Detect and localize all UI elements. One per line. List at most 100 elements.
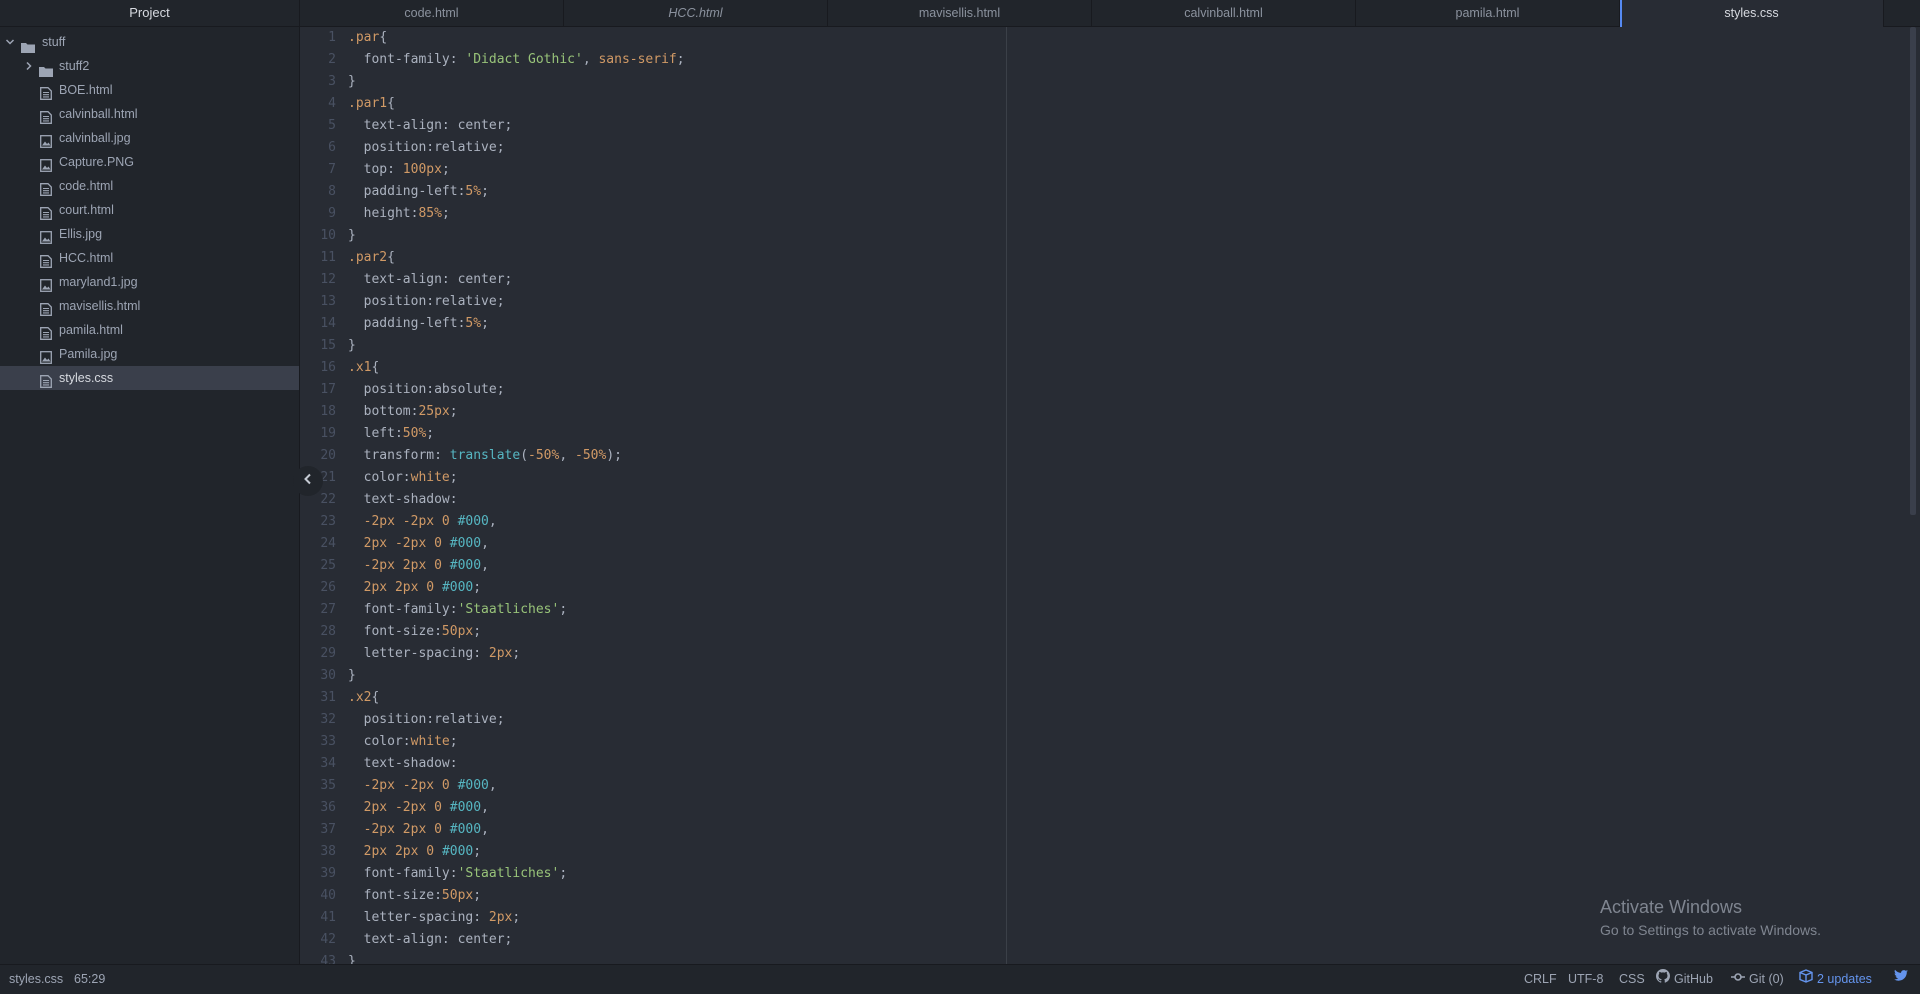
status-grammar[interactable]: CSS: [1619, 965, 1645, 994]
sidebar-header[interactable]: Project: [0, 0, 299, 27]
tree-file[interactable]: maryland1.jpg: [0, 270, 299, 294]
code-line[interactable]: .par2{: [348, 247, 685, 269]
tree-file[interactable]: pamila.html: [0, 318, 299, 342]
status-github[interactable]: GitHub: [1656, 965, 1713, 994]
code-line[interactable]: color:white;: [348, 467, 685, 489]
code-line[interactable]: text-shadow:: [348, 489, 685, 511]
line-number[interactable]: 40: [300, 885, 336, 907]
status-updates[interactable]: 2 updates: [1799, 965, 1872, 994]
chevron-down-icon[interactable]: [4, 30, 16, 54]
line-number[interactable]: 37: [300, 819, 336, 841]
code-line[interactable]: font-family:'Staatliches';: [348, 863, 685, 885]
line-number[interactable]: 4: [300, 93, 336, 115]
code-editor[interactable]: 1 2 3 4 5 6 7 8 9 10 11 12 13 14 15 16 17 18 19 20 21 22 23 24 2…: [300, 27, 1920, 964]
line-number[interactable]: 29: [300, 643, 336, 665]
code-line[interactable]: position:relative;: [348, 709, 685, 731]
code-line[interactable]: 2px -2px 0 #000,: [348, 797, 685, 819]
code-line[interactable]: text-shadow:: [348, 753, 685, 775]
line-number[interactable]: 13: [300, 291, 336, 313]
code-line[interactable]: }: [348, 665, 685, 687]
tree-file[interactable]: Ellis.jpg: [0, 222, 299, 246]
code-line[interactable]: top: 100px;: [348, 159, 685, 181]
scrollbar-thumb[interactable]: [1910, 27, 1916, 515]
code-line[interactable]: position:relative;: [348, 137, 685, 159]
tree-root-folder[interactable]: stuff: [0, 30, 299, 54]
code-line[interactable]: .par{: [348, 27, 685, 49]
code-line[interactable]: font-size:50px;: [348, 885, 685, 907]
line-number[interactable]: 23: [300, 511, 336, 533]
line-number[interactable]: 36: [300, 797, 336, 819]
code-line[interactable]: letter-spacing: 2px;: [348, 907, 685, 929]
status-feedback[interactable]: [1893, 965, 1909, 994]
line-number[interactable]: 43: [300, 951, 336, 964]
code-line[interactable]: }: [348, 71, 685, 93]
line-number[interactable]: 8: [300, 181, 336, 203]
line-number[interactable]: 9: [300, 203, 336, 225]
code-line[interactable]: font-family: 'Didact Gothic', sans-serif…: [348, 49, 685, 71]
editor-tab[interactable]: mavisellis.html: [828, 0, 1092, 26]
line-number[interactable]: 38: [300, 841, 336, 863]
line-number[interactable]: 6: [300, 137, 336, 159]
code-line[interactable]: text-align: center;: [348, 269, 685, 291]
tree-file[interactable]: BOE.html: [0, 78, 299, 102]
line-number[interactable]: 39: [300, 863, 336, 885]
line-number[interactable]: 35: [300, 775, 336, 797]
code-line[interactable]: bottom:25px;: [348, 401, 685, 423]
line-number[interactable]: 3: [300, 71, 336, 93]
line-number[interactable]: 25: [300, 555, 336, 577]
code-line[interactable]: left:50%;: [348, 423, 685, 445]
tree-file[interactable]: mavisellis.html: [0, 294, 299, 318]
tree-file[interactable]: calvinball.jpg: [0, 126, 299, 150]
code-line[interactable]: 2px 2px 0 #000;: [348, 841, 685, 863]
status-file-name[interactable]: styles.css: [9, 965, 63, 994]
line-number[interactable]: 14: [300, 313, 336, 335]
code-line[interactable]: .x2{: [348, 687, 685, 709]
status-encoding[interactable]: UTF-8: [1568, 965, 1603, 994]
code-line[interactable]: letter-spacing: 2px;: [348, 643, 685, 665]
line-number[interactable]: 24: [300, 533, 336, 555]
status-git[interactable]: Git (0): [1731, 965, 1784, 994]
line-number[interactable]: 16: [300, 357, 336, 379]
line-number[interactable]: 17: [300, 379, 336, 401]
code-line[interactable]: 2px 2px 0 #000;: [348, 577, 685, 599]
line-number[interactable]: 34: [300, 753, 336, 775]
code-line[interactable]: position:relative;: [348, 291, 685, 313]
line-number[interactable]: 41: [300, 907, 336, 929]
line-number[interactable]: 32: [300, 709, 336, 731]
tree-file[interactable]: HCC.html: [0, 246, 299, 270]
code-line[interactable]: text-align: center;: [348, 929, 685, 951]
line-number[interactable]: 15: [300, 335, 336, 357]
code-line[interactable]: }: [348, 335, 685, 357]
line-number[interactable]: 19: [300, 423, 336, 445]
chevron-right-icon[interactable]: [23, 54, 35, 78]
code-line[interactable]: height:85%;: [348, 203, 685, 225]
code-line[interactable]: -2px -2px 0 #000,: [348, 511, 685, 533]
code-line[interactable]: -2px -2px 0 #000,: [348, 775, 685, 797]
code-line[interactable]: position:absolute;: [348, 379, 685, 401]
code-line[interactable]: color:white;: [348, 731, 685, 753]
code-line[interactable]: transform: translate(-50%, -50%);: [348, 445, 685, 467]
tree-file[interactable]: code.html: [0, 174, 299, 198]
code-line[interactable]: font-family:'Staatliches';: [348, 599, 685, 621]
code-line[interactable]: }: [348, 225, 685, 247]
tree-file[interactable]: styles.css: [0, 366, 299, 390]
tree-file[interactable]: Pamila.jpg: [0, 342, 299, 366]
line-number[interactable]: 11: [300, 247, 336, 269]
tree-file[interactable]: Capture.PNG: [0, 150, 299, 174]
collapse-sidebar-button[interactable]: [293, 466, 323, 496]
tree-folder[interactable]: stuff2: [0, 54, 299, 78]
code-line[interactable]: .x1{: [348, 357, 685, 379]
code-line[interactable]: -2px 2px 0 #000,: [348, 819, 685, 841]
code-line[interactable]: padding-left:5%;: [348, 181, 685, 203]
line-number[interactable]: 26: [300, 577, 336, 599]
tree-file[interactable]: calvinball.html: [0, 102, 299, 126]
line-number[interactable]: 30: [300, 665, 336, 687]
line-number[interactable]: 31: [300, 687, 336, 709]
editor-tab[interactable]: code.html: [300, 0, 564, 26]
line-number[interactable]: 2: [300, 49, 336, 71]
code-line[interactable]: padding-left:5%;: [348, 313, 685, 335]
status-line-ending[interactable]: CRLF: [1524, 965, 1557, 994]
line-number[interactable]: 28: [300, 621, 336, 643]
code-line[interactable]: }: [348, 951, 685, 964]
code-line[interactable]: 2px -2px 0 #000,: [348, 533, 685, 555]
